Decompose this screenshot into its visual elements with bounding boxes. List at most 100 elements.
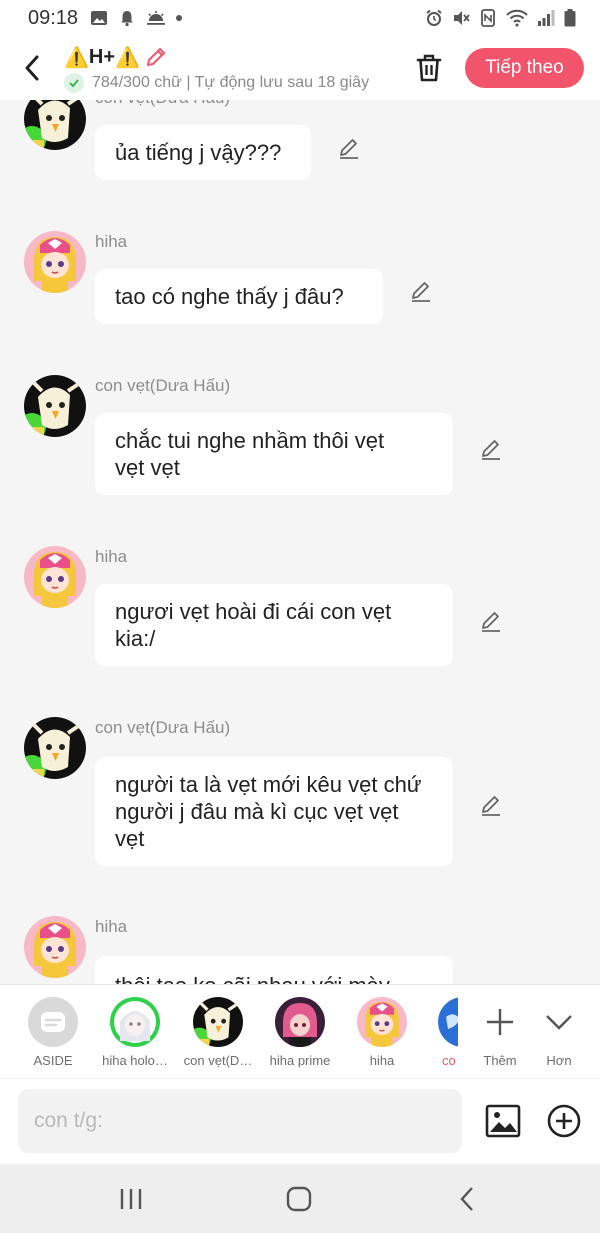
parrot-avatar-icon — [24, 375, 86, 437]
title-text: H+ — [88, 45, 116, 68]
avatar — [193, 997, 243, 1047]
mute-icon — [454, 11, 470, 25]
edit-pencil-icon[interactable] — [409, 279, 433, 303]
avatar — [275, 997, 325, 1047]
message-bubble[interactable]: ủa tiếng j vậy??? — [95, 125, 311, 180]
avatar[interactable] — [24, 916, 86, 978]
character-hiha[interactable]: hiha — [342, 997, 422, 1068]
input-bar — [0, 1078, 600, 1164]
signal-icon — [538, 10, 555, 26]
aside-chat-icon — [41, 1012, 65, 1032]
chevron-left-icon — [25, 55, 39, 81]
girl-avatar-icon — [24, 231, 86, 293]
status-bar: 09:18 — [0, 0, 600, 36]
character-con-vet[interactable]: con vẹt(D… — [178, 997, 258, 1068]
sender-name: con vẹt(Dưa Hấu) — [95, 100, 230, 108]
add-character-label: Thêm — [483, 1053, 517, 1068]
character-aside[interactable]: ASIDE — [13, 997, 93, 1068]
message-bubble[interactable]: tao có nghe thấy j đâu? — [95, 269, 383, 324]
wifi-icon — [506, 9, 528, 27]
message-line: ngươi vẹt hoài đi cái con vẹt — [115, 599, 392, 624]
message-bubble[interactable]: ngươi vẹt hoài đi cái con vẹt kia:/ — [95, 584, 453, 666]
recent-apps-icon — [120, 1189, 142, 1209]
sender-name: con vẹt(Dưa Hấu) — [95, 376, 231, 395]
warning-icon: ⚠️ — [115, 46, 140, 69]
avatar[interactable] — [24, 546, 86, 608]
message-line: chắc tui nghe nhầm thôi vẹt — [115, 428, 385, 453]
delete-button[interactable] — [412, 50, 446, 86]
title-block[interactable]: ⚠️ H+ ⚠️ 784/300 chữ | Tự động lưu sau 1… — [64, 42, 394, 94]
edit-pencil-icon[interactable] — [337, 136, 361, 160]
back-button[interactable] — [0, 36, 64, 100]
trash-icon — [416, 54, 442, 82]
prime-avatar-icon — [275, 997, 325, 1047]
girl-avatar-icon — [24, 546, 86, 608]
character-hiha-prime[interactable]: hiha prime — [260, 997, 340, 1068]
home-button[interactable] — [279, 1182, 319, 1216]
message-line: vẹt — [115, 826, 145, 851]
next-button[interactable]: Tiếp theo — [465, 48, 584, 88]
avatar[interactable] — [24, 100, 86, 150]
expand-characters-button[interactable]: Hơn — [531, 997, 587, 1068]
sender-name: hiha — [95, 547, 128, 566]
edit-pencil-icon[interactable] — [479, 793, 503, 817]
system-nav-bar — [0, 1164, 600, 1233]
warning-icon: ⚠️ — [64, 46, 89, 69]
dot-icon — [176, 15, 183, 21]
plus-icon — [487, 1009, 513, 1035]
back-arrow-icon — [460, 1187, 473, 1211]
insert-image-button[interactable] — [484, 1103, 522, 1139]
avatar — [438, 997, 458, 1047]
message-line: kia:/ — [115, 626, 156, 651]
message-bubble[interactable]: chắc tui nghe nhầm thôi vẹt vẹt vẹt — [95, 413, 453, 495]
aside-avatar — [28, 997, 78, 1047]
add-character-button[interactable]: Thêm — [472, 997, 528, 1068]
edit-pencil-icon[interactable] — [479, 609, 503, 633]
message-bubble[interactable]: người ta là vẹt mới kêu vẹt chứ người j … — [95, 757, 453, 866]
avatar[interactable] — [24, 717, 86, 779]
image-notification-icon — [91, 11, 108, 25]
bell-icon — [121, 11, 134, 27]
message-line: thôi tao ko cãi nhau với mày nữa — [115, 972, 433, 984]
character-partial[interactable]: co — [424, 997, 458, 1068]
parrot-avatar-icon — [193, 997, 243, 1047]
chevron-down-icon — [546, 1015, 572, 1030]
earth-avatar-icon — [438, 997, 458, 1047]
holo-avatar-icon — [110, 997, 160, 1047]
character-name: co — [442, 1053, 456, 1068]
avatar[interactable] — [24, 375, 86, 437]
message-line: vẹt vẹt — [115, 455, 180, 480]
edit-pencil-icon[interactable] — [479, 437, 503, 461]
parrot-avatar-icon — [24, 717, 86, 779]
autosave-status: 784/300 chữ | Tự động lưu sau 18 giây — [64, 72, 394, 94]
message-line: người j đâu mà kì cục vẹt vẹt — [115, 799, 399, 824]
girl-avatar-icon — [357, 997, 407, 1047]
character-strip[interactable]: ASIDE hiha holo… con vẹt(D… hiha prime h… — [0, 984, 600, 1078]
avatar[interactable] — [24, 231, 86, 293]
chat-area[interactable]: con vẹt(Dưa Hấu) ủa tiếng j vậy??? hiha … — [0, 100, 600, 984]
character-name: hiha — [369, 1053, 395, 1068]
edit-title-pencil-icon[interactable] — [144, 45, 168, 69]
character-hiha-holo[interactable]: hiha holo… — [95, 997, 175, 1068]
character-name: hiha holo… — [102, 1053, 168, 1068]
sender-name: hiha — [95, 232, 128, 251]
avatar — [110, 997, 160, 1047]
character-name: ASIDE — [33, 1053, 73, 1068]
story-title[interactable]: ⚠️ H+ ⚠️ — [64, 42, 394, 72]
weather-icon — [147, 11, 166, 25]
nav-back-button[interactable] — [447, 1182, 487, 1216]
message-input[interactable] — [18, 1089, 462, 1153]
avatar — [357, 997, 407, 1047]
recent-apps-button[interactable] — [111, 1182, 151, 1216]
girl-avatar-icon — [24, 916, 86, 978]
editor-header: ⚠️ H+ ⚠️ 784/300 chữ | Tự động lưu sau 1… — [0, 36, 600, 100]
add-button[interactable] — [546, 1103, 582, 1139]
message-bubble[interactable]: thôi tao ko cãi nhau với mày nữa — [95, 956, 453, 984]
status-time: 09:18 — [28, 6, 79, 29]
message-line: người ta là vẹt mới kêu vẹt chứ — [115, 772, 422, 797]
expand-label: Hơn — [546, 1053, 572, 1068]
nfc-icon — [481, 9, 495, 27]
sender-name: hiha — [95, 917, 128, 936]
message-line: tao có nghe thấy j đâu? — [115, 284, 344, 309]
message-line: ủa tiếng j vậy??? — [115, 140, 282, 165]
